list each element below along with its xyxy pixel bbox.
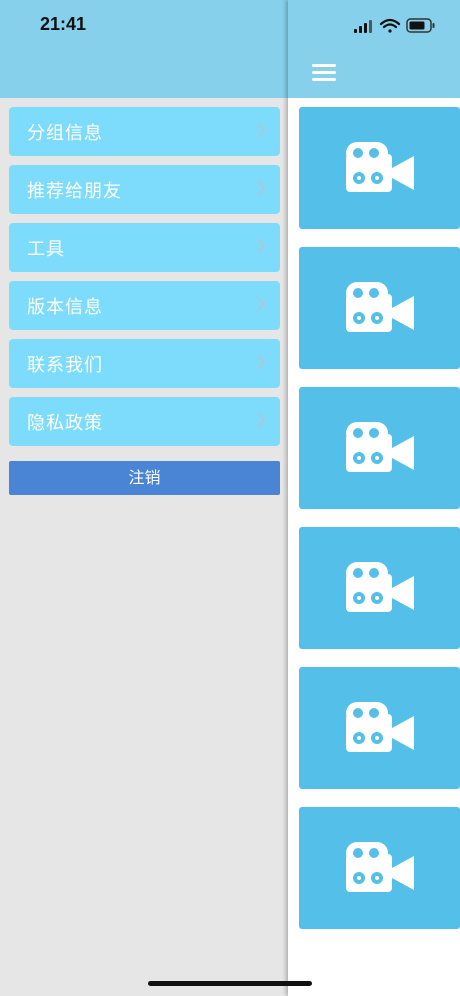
battery-icon <box>406 18 435 33</box>
drawer-header: 21:41 <box>0 0 288 98</box>
menu-item-recommend[interactable]: 推荐给朋友 <box>9 165 280 214</box>
camera-card[interactable] <box>299 527 460 649</box>
menu-item-label: 联系我们 <box>27 355 103 376</box>
menu-item-version[interactable]: 版本信息 <box>9 281 280 330</box>
camera-card[interactable] <box>299 807 460 929</box>
video-camera-icon <box>346 842 414 892</box>
menu-item-label: 分组信息 <box>27 123 103 144</box>
chevron-right-icon <box>251 238 267 254</box>
video-camera-icon <box>346 422 414 472</box>
camera-card[interactable] <box>299 667 460 789</box>
camera-card-list <box>299 107 460 947</box>
chevron-right-icon <box>251 180 267 196</box>
chevron-right-icon <box>251 412 267 428</box>
signal-icon <box>354 20 372 33</box>
main-panel <box>288 0 460 996</box>
menu-item-label: 隐私政策 <box>27 413 103 434</box>
menu-item-label: 版本信息 <box>27 297 103 318</box>
camera-card[interactable] <box>299 247 460 369</box>
menu-item-tools[interactable]: 工具 <box>9 223 280 272</box>
chevron-right-icon <box>251 354 267 370</box>
status-time: 21:41 <box>40 14 87 34</box>
drawer-menu: 分组信息 推荐给朋友 工具 版本信息 联系我们 隐私政策 <box>9 107 280 455</box>
menu-item-privacy[interactable]: 隐私政策 <box>9 397 280 446</box>
logout-button[interactable]: 注销 <box>9 461 280 495</box>
video-camera-icon <box>346 702 414 752</box>
menu-item-contact[interactable]: 联系我们 <box>9 339 280 388</box>
hamburger-menu-icon[interactable] <box>312 64 336 82</box>
menu-item-group-info[interactable]: 分组信息 <box>9 107 280 156</box>
home-indicator[interactable] <box>148 981 312 986</box>
menu-item-label: 推荐给朋友 <box>27 181 122 202</box>
video-camera-icon <box>346 142 414 192</box>
chevron-right-icon <box>251 122 267 138</box>
status-icons <box>352 14 452 38</box>
video-camera-icon <box>346 282 414 332</box>
camera-card[interactable] <box>299 107 460 229</box>
side-drawer: 21:41 分组信息 推荐给朋友 工具 版本信息 联系我们 隐私政策 注销 <box>0 0 288 996</box>
main-header <box>288 0 460 98</box>
video-camera-icon <box>346 562 414 612</box>
camera-card[interactable] <box>299 387 460 509</box>
menu-item-label: 工具 <box>27 239 65 260</box>
wifi-icon <box>379 18 401 33</box>
chevron-right-icon <box>251 296 267 312</box>
